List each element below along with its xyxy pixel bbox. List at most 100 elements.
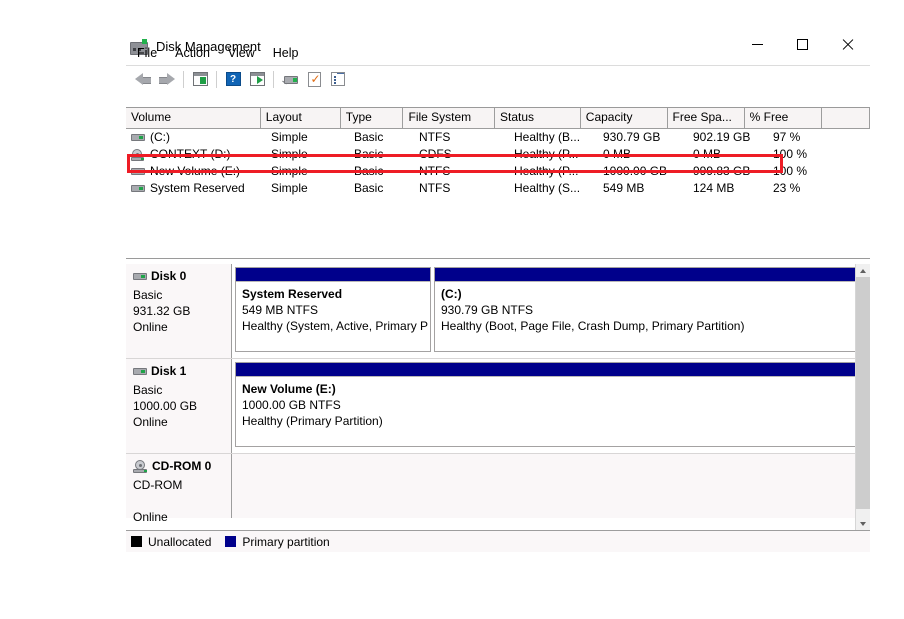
volume-list-header: Volume Layout Type File System Status Capacit… xyxy=(126,108,870,129)
layout-cell: Simple xyxy=(271,164,308,178)
partition-name: System Reserved xyxy=(242,287,343,301)
minimize-icon xyxy=(752,43,763,45)
column-header-free[interactable]: % Free xyxy=(745,108,822,128)
free-space-cell: 124 MB xyxy=(693,181,735,195)
minimize-button[interactable] xyxy=(735,28,780,60)
percent-free-cell: 100 % xyxy=(773,164,808,178)
disk-name-label: Disk 1 xyxy=(151,364,187,378)
disk-size: 1000.00 GB xyxy=(133,399,198,413)
status-cell: Healthy (B... xyxy=(514,130,581,144)
column-header-type[interactable]: Type xyxy=(341,108,404,128)
column-header-capacity[interactable]: Capacity xyxy=(581,108,668,128)
scrollbar-thumb[interactable] xyxy=(856,277,870,509)
partition-text: New Volume (E:) 1000.00 GB NTFS Healthy (P… xyxy=(236,377,859,429)
console-tree-icon xyxy=(192,72,208,86)
disk-info[interactable]: Disk 0 Basic 931.32 GB Online xyxy=(126,264,232,358)
file-system-cell: NTFS xyxy=(419,181,451,195)
percent-free-cell: 23 % xyxy=(773,181,801,195)
disk-name: Disk 0 xyxy=(133,269,231,283)
menu-view[interactable]: View xyxy=(221,44,266,62)
chevron-up-icon xyxy=(860,268,866,273)
disk-info[interactable]: CD-ROM 0 CD-ROM Online xyxy=(126,454,232,524)
type-cell: Basic xyxy=(354,130,384,144)
title-bar: Disk Management File Action View Help xyxy=(126,14,870,66)
volume-name: CONTEXT (D:) xyxy=(150,147,231,161)
free-space-cell: 999.83 GB xyxy=(693,164,751,178)
close-button[interactable] xyxy=(825,28,870,60)
toolbar-divider-1 xyxy=(183,70,184,88)
volume-row[interactable]: (C:) Simple Basic NTFS Healthy (B... 930.79 G… xyxy=(126,129,870,146)
properties-button[interactable]: ✓ xyxy=(302,68,326,90)
cdrom-volume-icon xyxy=(131,148,145,161)
partition-color-bar xyxy=(236,363,859,377)
status-cell: Healthy (P... xyxy=(514,164,579,178)
menu-action[interactable]: Action xyxy=(168,44,221,62)
show-task-list-button[interactable] xyxy=(326,68,350,90)
status-cell: Healthy (S... xyxy=(514,181,581,195)
rescan-disks-button[interactable] xyxy=(278,68,302,90)
disk-size: 931.32 GB xyxy=(133,304,191,318)
disk-drive-icon xyxy=(281,73,299,86)
legend-primary-partition-swatch xyxy=(225,536,237,547)
legend-bar: Unallocated Primary partition xyxy=(126,530,870,552)
partition-status: Healthy (System, Active, Primary P xyxy=(242,319,429,333)
partition-block[interactable]: (C:) 930.79 GB NTFS Healthy (Boot, Page Fi… xyxy=(434,267,859,352)
volume-cell: CONTEXT (D:) xyxy=(126,146,266,163)
layout-cell: Simple xyxy=(271,147,308,161)
volume-list-panel: Volume Layout Type File System Status Capacit… xyxy=(126,107,870,216)
volume-row[interactable]: CONTEXT (D:) Simple Basic CDFS Healthy (P...… xyxy=(126,146,870,163)
legend-unallocated-label: Unallocated xyxy=(148,534,212,549)
scroll-down-button[interactable] xyxy=(856,517,870,530)
capacity-cell: 0 MB xyxy=(603,147,632,161)
document-check-icon: ✓ xyxy=(307,71,321,87)
column-header-free-spa[interactable]: Free Spa... xyxy=(668,108,745,128)
type-cell: Basic xyxy=(354,147,384,161)
partition-text: System Reserved 549 MB NTFS Healthy (Syste… xyxy=(236,282,430,334)
volume-row[interactable]: System Reserved Simple Basic NTFS Healthy (S… xyxy=(126,180,870,197)
column-header-file-system[interactable]: File System xyxy=(403,108,496,128)
disk-name: CD-ROM 0 xyxy=(133,459,231,473)
show-action-pane-button[interactable] xyxy=(245,68,269,90)
disk-management-window: Disk Management File Action View Help ? … xyxy=(126,14,875,552)
action-pane-icon xyxy=(249,72,265,86)
percent-free-cell: 100 % xyxy=(773,147,808,161)
chevron-down-icon xyxy=(860,521,866,526)
disk-info[interactable]: Disk 1 Basic 1000.00 GB Online xyxy=(126,359,232,453)
partition-status: Healthy (Primary Partition) xyxy=(242,414,383,428)
graphical-view-panel: Disk 0 Basic 931.32 GB Online System Reserve… xyxy=(126,258,870,552)
layout-cell: Simple xyxy=(271,130,308,144)
graphical-view-content: Disk 0 Basic 931.32 GB Online System Reserve… xyxy=(126,264,860,552)
free-space-cell: 0 MB xyxy=(693,147,722,161)
partition-block[interactable]: New Volume (E:) 1000.00 GB NTFS Healthy (P… xyxy=(235,362,860,447)
column-header-blank[interactable] xyxy=(822,108,870,128)
disk-name-label: CD-ROM 0 xyxy=(152,459,212,473)
disk-row[interactable]: Disk 1 Basic 1000.00 GB Online New Volume (E… xyxy=(126,359,860,454)
menu-bar: File Action View Help xyxy=(126,41,310,65)
back-button[interactable] xyxy=(131,68,155,90)
scroll-up-button[interactable] xyxy=(856,264,870,277)
graphical-view-scrollbar[interactable] xyxy=(855,264,870,530)
partition-strip: New Volume (E:) 1000.00 GB NTFS Healthy (P… xyxy=(232,359,862,453)
legend-primary-partition-label: Primary partition xyxy=(242,534,330,549)
window-controls xyxy=(735,28,870,60)
partition-name: New Volume (E:) xyxy=(242,382,336,396)
partition-color-bar xyxy=(435,268,858,282)
partition-size: 930.79 GB NTFS xyxy=(441,303,534,317)
partition-status: Healthy (Boot, Page File, Crash Dump, Pr… xyxy=(441,319,745,333)
type-cell: Basic xyxy=(354,181,384,195)
disk-row[interactable]: Disk 0 Basic 931.32 GB Online System Reserve… xyxy=(126,264,859,359)
menu-file[interactable]: File xyxy=(130,44,168,62)
volume-row[interactable]: New Volume (E:) Simple Basic NTFS Healthy (P… xyxy=(126,163,870,180)
forward-button[interactable] xyxy=(155,68,179,90)
column-header-volume[interactable]: Volume xyxy=(126,108,261,128)
help-button[interactable]: ? xyxy=(221,68,245,90)
show-hide-console-tree-button[interactable] xyxy=(188,68,212,90)
disk-row[interactable]: CD-ROM 0 CD-ROM Online xyxy=(126,454,855,524)
menu-help[interactable]: Help xyxy=(266,44,310,62)
column-header-status[interactable]: Status xyxy=(495,108,581,128)
maximize-button[interactable] xyxy=(780,28,825,60)
close-icon xyxy=(841,38,854,51)
partition-block[interactable]: System Reserved 549 MB NTFS Healthy (Syste… xyxy=(235,267,431,352)
column-header-layout[interactable]: Layout xyxy=(261,108,341,128)
status-cell: Healthy (P... xyxy=(514,147,579,161)
